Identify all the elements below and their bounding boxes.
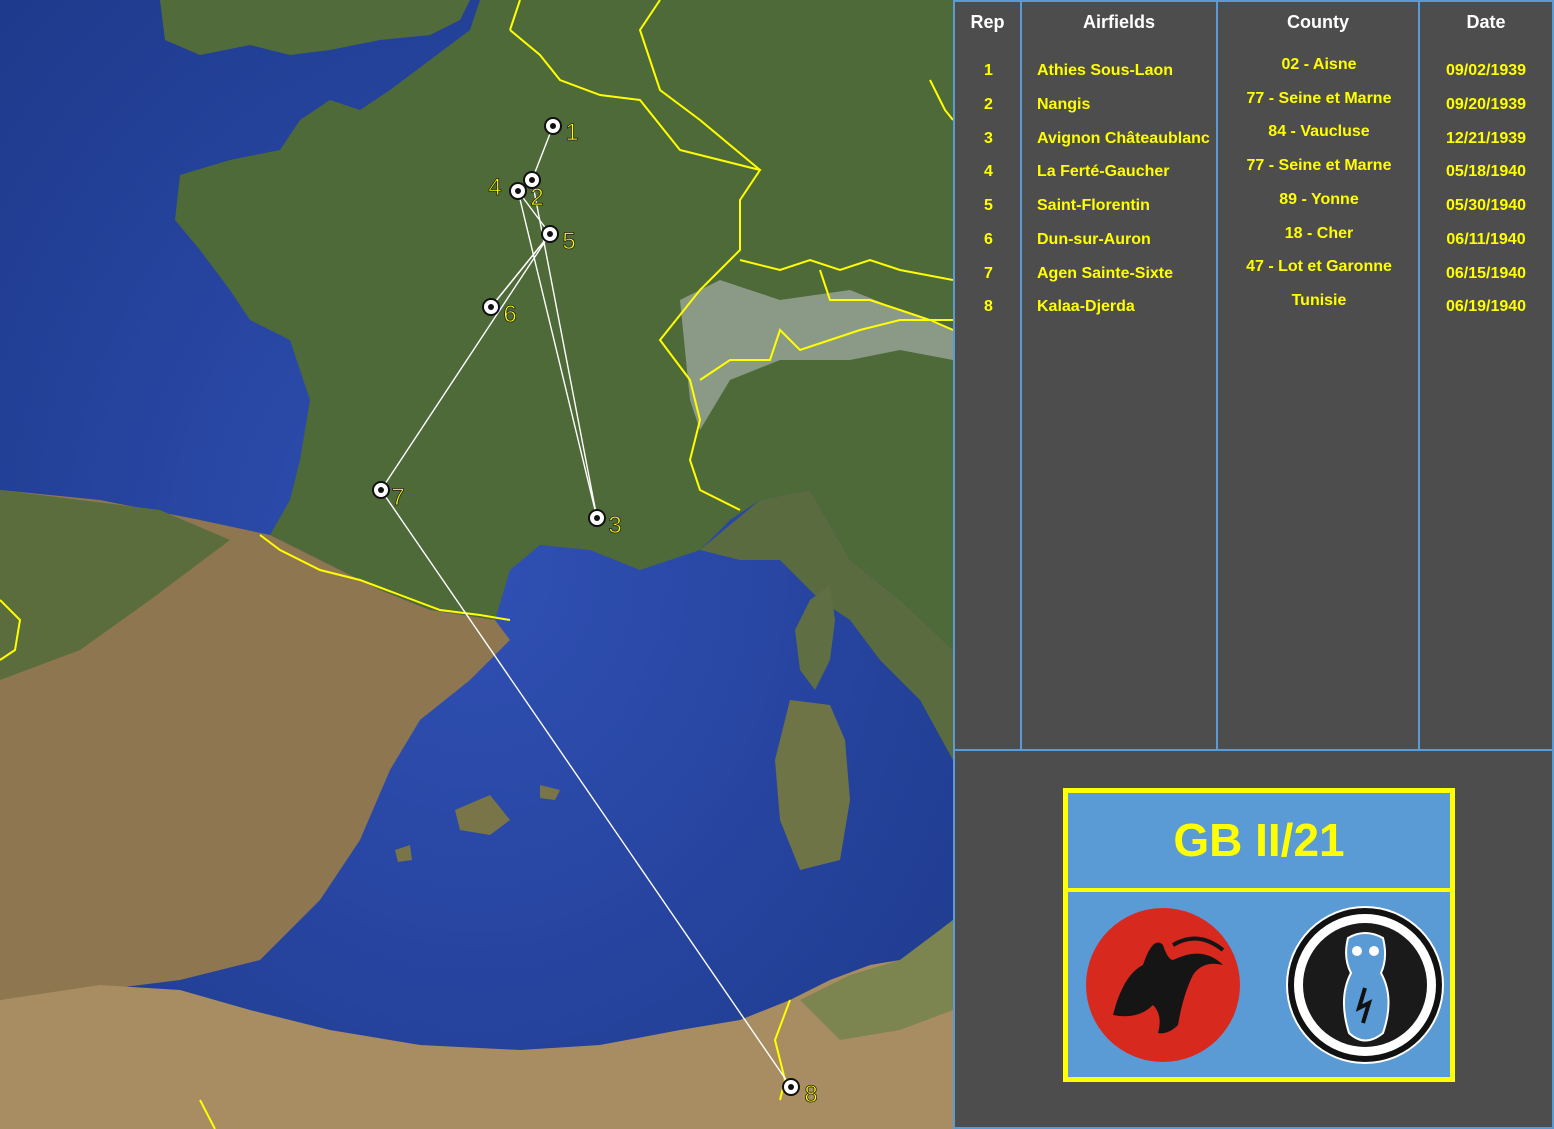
rep-column: Rep: [955, 2, 1022, 749]
map-marker-label: 2: [530, 184, 543, 211]
map-marker-dot: [378, 487, 384, 493]
airfield-cell: Dun-sur-Auron: [1037, 231, 1151, 248]
rep-cell: 8: [984, 298, 993, 315]
map-marker-label: 3: [608, 512, 621, 539]
date-cell: 05/18/1940: [1445, 163, 1527, 180]
rep-cell: 6: [984, 231, 993, 248]
panel-divider: [955, 749, 1552, 751]
black-owl-insignia: [1286, 906, 1444, 1064]
date-column: Date: [1420, 2, 1552, 749]
rep-cell: 3: [984, 130, 993, 147]
date-cell: 12/21/1939: [1445, 130, 1527, 147]
county-cell: 02 - Aisne: [1281, 56, 1357, 73]
airfields-header: Airfields: [1082, 12, 1156, 32]
map-marker-label: 5: [562, 228, 575, 255]
unit-title: GB II/21: [1173, 814, 1345, 866]
map-marker-dot: [594, 515, 600, 521]
county-cell: 77 - Seine et Marne: [1246, 157, 1392, 174]
date-cell: 09/20/1939: [1445, 96, 1527, 113]
info-panel: Rep Airfields County Date 1 Athies Sous-L…: [953, 0, 1554, 1129]
date-cell: 06/19/1940: [1445, 298, 1527, 315]
map-marker-dot: [529, 177, 535, 183]
rep-cell: 7: [984, 265, 993, 282]
map-marker-label: 1: [565, 119, 578, 146]
satellite-map: 1 2 3 4 5 6 7 8: [0, 0, 953, 1129]
rep-cell: 4: [984, 163, 993, 180]
county-cell: Tunisie: [1291, 292, 1347, 309]
airfield-cell: Agen Sainte-Sixte: [1037, 265, 1174, 282]
rep-cell: 5: [984, 197, 993, 214]
date-cell: 05/30/1940: [1445, 197, 1527, 214]
county-cell: 77 - Seine et Marne: [1246, 90, 1392, 107]
county-cell: 84 - Vaucluse: [1268, 123, 1370, 140]
date-cell: 09/02/1939: [1445, 62, 1527, 79]
badge-separator: [1068, 888, 1450, 892]
map-marker-dot: [515, 188, 521, 194]
county-column: County: [1218, 2, 1420, 749]
map-marker-label: 8: [804, 1081, 817, 1108]
airfield-cell: Nangis: [1037, 96, 1091, 113]
date-cell: 06/11/1940: [1446, 231, 1526, 248]
airfield-cell: Athies Sous-Laon: [1037, 62, 1174, 79]
unit-badge: GB II/21: [1063, 788, 1455, 1082]
red-bird-insignia: [1086, 908, 1240, 1062]
county-cell: 18 - Cher: [1284, 225, 1354, 242]
airfields-column: Airfields: [1022, 2, 1218, 749]
date-cell: 06/15/1940: [1445, 265, 1527, 282]
rep-header: Rep: [970, 12, 1005, 32]
map-marker-label: 4: [488, 174, 501, 201]
airfield-cell: La Ferté-Gaucher: [1037, 163, 1170, 180]
map-marker-dot: [788, 1084, 794, 1090]
map-marker-dot: [550, 123, 556, 129]
map-marker-label: 6: [503, 301, 516, 328]
county-cell: 47 - Lot et Garonne: [1246, 258, 1392, 275]
map-marker-dot: [547, 231, 553, 237]
airfield-cell: Kalaa-Djerda: [1037, 298, 1135, 315]
airfield-cell: Saint-Florentin: [1037, 197, 1150, 214]
date-header: Date: [1466, 12, 1506, 32]
county-cell: 89 - Yonne: [1279, 191, 1359, 208]
rep-cell: 1: [984, 62, 993, 79]
map-marker-label: 7: [391, 484, 404, 511]
map-marker-dot: [488, 304, 494, 310]
county-header: County: [1287, 12, 1349, 32]
airfield-cell: Avignon Châteaublanc: [1037, 130, 1210, 147]
rep-cell: 2: [984, 96, 993, 113]
